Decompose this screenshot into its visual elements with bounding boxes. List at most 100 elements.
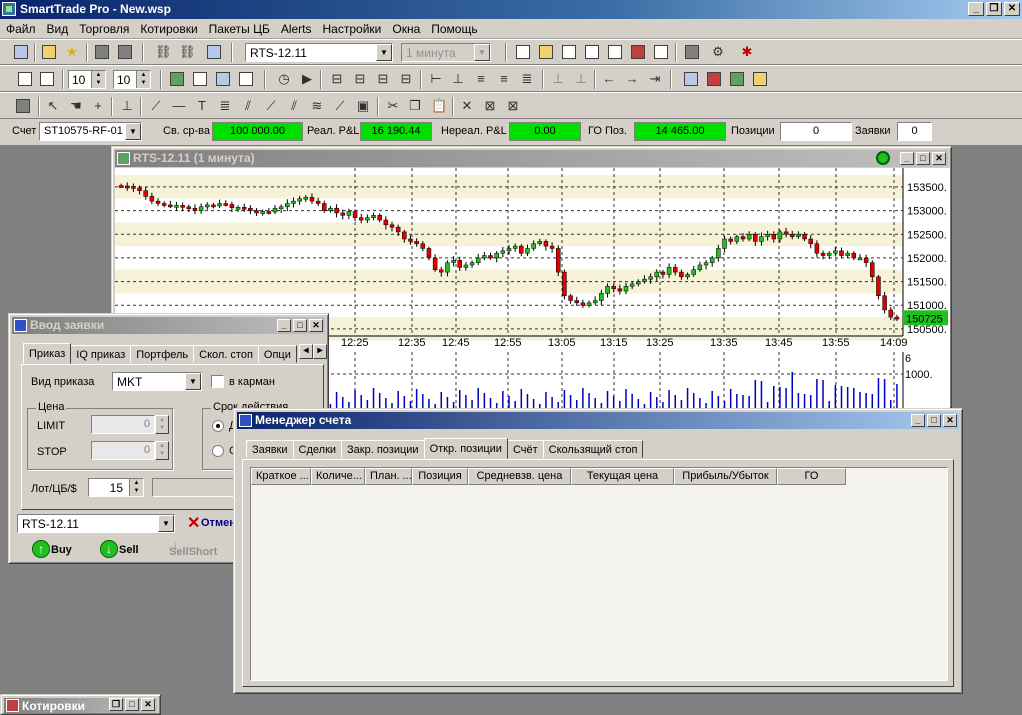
chart-window-icon[interactable] xyxy=(537,43,555,61)
menu-windows[interactable]: Окна xyxy=(386,19,425,36)
lot-spinner[interactable]: 15 ▲ ▼ xyxy=(88,478,144,497)
star-icon[interactable]: ★ xyxy=(63,43,81,61)
minimize-button[interactable]: _ xyxy=(968,2,984,16)
quotes-window-titlebar[interactable]: Котировки ❐ □ ✕ xyxy=(4,698,157,713)
arrow-left-icon[interactable]: ← xyxy=(600,70,618,88)
align-right-icon[interactable]: ≡ xyxy=(495,70,513,88)
menu-help[interactable]: Помощь xyxy=(425,19,482,36)
menu-packages[interactable]: Пакеты ЦБ xyxy=(203,19,275,36)
sell-button[interactable]: Sell xyxy=(119,544,139,556)
rect-icon[interactable]: ▣ xyxy=(354,97,372,115)
tab-open-positions[interactable]: Откр. позиции xyxy=(423,438,508,459)
order-instrument-select[interactable]: RTS-12.11 ▼ xyxy=(17,514,175,533)
menu-alerts[interactable]: Alerts xyxy=(275,19,317,36)
limit-input[interactable]: 0 xyxy=(91,415,155,434)
transfer-icon[interactable] xyxy=(205,43,223,61)
chart-maximize-button[interactable]: □ xyxy=(916,152,930,165)
delete-icon[interactable]: ✕ xyxy=(458,97,476,115)
delete-all-icon[interactable]: ⊠ xyxy=(481,97,499,115)
order-minimize-button[interactable]: _ xyxy=(277,319,291,332)
regression-icon[interactable]: ≋ xyxy=(308,97,326,115)
tab-iq-order[interactable]: IQ приказ xyxy=(70,345,132,363)
quotes-maximize-button[interactable]: □ xyxy=(125,698,139,711)
orderbook-icon[interactable] xyxy=(560,43,578,61)
menu-view[interactable]: Вид xyxy=(41,19,74,36)
restore-button[interactable]: ❐ xyxy=(986,2,1002,16)
stop-input[interactable]: 0 xyxy=(91,441,155,460)
unlink-icon[interactable]: ⛓ xyxy=(177,43,196,61)
layout-icon[interactable] xyxy=(38,70,56,88)
save-all-icon[interactable] xyxy=(116,43,134,61)
save-icon[interactable] xyxy=(93,43,111,61)
indicator-icon[interactable] xyxy=(168,70,186,88)
andrews-icon[interactable]: ⫽ xyxy=(285,97,303,115)
close-button[interactable]: ✕ xyxy=(1004,2,1020,16)
fan-icon[interactable]: ⟋ xyxy=(331,97,349,115)
play-icon[interactable]: ▶ xyxy=(298,70,316,88)
col-plan[interactable]: План. ... xyxy=(365,468,412,485)
chart-window-titlebar[interactable]: RTS-12.11 (1 минута) _ □ ✕ xyxy=(115,150,948,167)
term-gtc-radio[interactable] xyxy=(212,445,224,457)
account-select[interactable]: ST10575-RF-01 ▼ xyxy=(39,122,142,141)
list-icon[interactable] xyxy=(728,70,746,88)
col-quantity[interactable]: Количе... xyxy=(311,468,365,485)
clock-icon[interactable]: ◷ xyxy=(275,70,293,88)
tab-closed-positions[interactable]: Закр. позиции xyxy=(341,440,425,458)
cut-icon[interactable]: ✂ xyxy=(384,97,402,115)
pocket-checkbox[interactable] xyxy=(211,375,224,388)
tab-account[interactable]: Счёт xyxy=(506,440,544,458)
tab-options[interactable]: Опци xyxy=(257,345,297,363)
zoom-out-icon[interactable]: ⊟ xyxy=(351,70,369,88)
interval-select[interactable]: 1 минута ▼ xyxy=(401,43,491,62)
bar-width-spinner[interactable]: 10 ▲ ▼ xyxy=(113,70,151,89)
menu-trade[interactable]: Торговля xyxy=(73,19,134,36)
properties-icon[interactable] xyxy=(214,70,232,88)
arrow-end-icon[interactable]: ⇥ xyxy=(646,70,664,88)
tab-orders[interactable]: Заявки xyxy=(246,440,294,458)
cursor-icon[interactable]: ↖ xyxy=(44,97,62,115)
panel-icon[interactable] xyxy=(14,97,32,115)
order-window-titlebar[interactable]: Ввод заявки _ □ ✕ xyxy=(12,317,325,334)
paste-icon[interactable]: 📋 xyxy=(429,97,447,115)
link-icon[interactable]: ⛓ xyxy=(153,43,172,61)
col-position[interactable]: Позиция xyxy=(412,468,468,485)
new-window-icon[interactable] xyxy=(12,43,30,61)
bar-mark-icon[interactable]: ⊥ xyxy=(118,97,136,115)
manager-window-titlebar[interactable]: Менеджер счета _ □ ✕ xyxy=(237,412,959,429)
col-pnl[interactable]: Прибыль/Убыток xyxy=(674,468,777,485)
menu-file[interactable]: Файл xyxy=(0,19,41,36)
manager-minimize-button[interactable]: _ xyxy=(911,414,925,427)
buy-button[interactable]: Buy xyxy=(51,544,72,556)
grid-icon[interactable] xyxy=(16,70,34,88)
sellshort-button[interactable]: SellShort xyxy=(169,546,217,558)
connect-icon[interactable]: ⚙ xyxy=(709,43,727,61)
quotes-window-minimized[interactable]: Котировки ❐ □ ✕ xyxy=(0,694,161,715)
text-icon[interactable]: T xyxy=(193,97,211,115)
arrow-right-icon[interactable]: → xyxy=(623,70,641,88)
tab-scroll-left-icon[interactable]: ◂ xyxy=(299,344,313,359)
tab-order[interactable]: Приказ xyxy=(23,343,72,364)
manager-maximize-button[interactable]: □ xyxy=(927,414,941,427)
quotes-restore-button[interactable]: ❐ xyxy=(109,698,123,711)
order-maximize-button[interactable]: □ xyxy=(293,319,307,332)
spin-updown-icon[interactable]: ▲ ▼ xyxy=(91,71,105,88)
fit-icon[interactable]: ⊟ xyxy=(374,70,392,88)
trendline-icon[interactable]: ⟋ xyxy=(147,97,165,115)
col-margin[interactable]: ГО xyxy=(777,468,846,485)
gann-icon[interactable]: ⟋ xyxy=(262,97,280,115)
align-mid-icon[interactable]: ≡ xyxy=(472,70,490,88)
bars-count-spinner[interactable]: 10 ▲ ▼ xyxy=(68,70,106,89)
order-close-button[interactable]: ✕ xyxy=(309,319,323,332)
scale-icon[interactable]: ⊟ xyxy=(397,70,415,88)
instrument-select[interactable]: RTS-12.11 ▼ xyxy=(245,43,393,62)
spin-updown-icon[interactable]: ▲ ▼ xyxy=(136,71,150,88)
col-short-name[interactable]: Краткое ... xyxy=(251,468,311,485)
menu-quotes[interactable]: Котировки xyxy=(134,19,202,36)
marker-down-icon[interactable]: ⊥ xyxy=(572,70,590,88)
tab-slide-stop[interactable]: Скол. стоп xyxy=(193,345,259,363)
report-icon[interactable] xyxy=(751,70,769,88)
align-left-icon[interactable]: ⊢ xyxy=(427,70,445,88)
chart-minimize-button[interactable]: _ xyxy=(900,152,914,165)
col-avg-price[interactable]: Средневзв. цена xyxy=(468,468,571,485)
hand-icon[interactable]: ☚ xyxy=(67,97,85,115)
